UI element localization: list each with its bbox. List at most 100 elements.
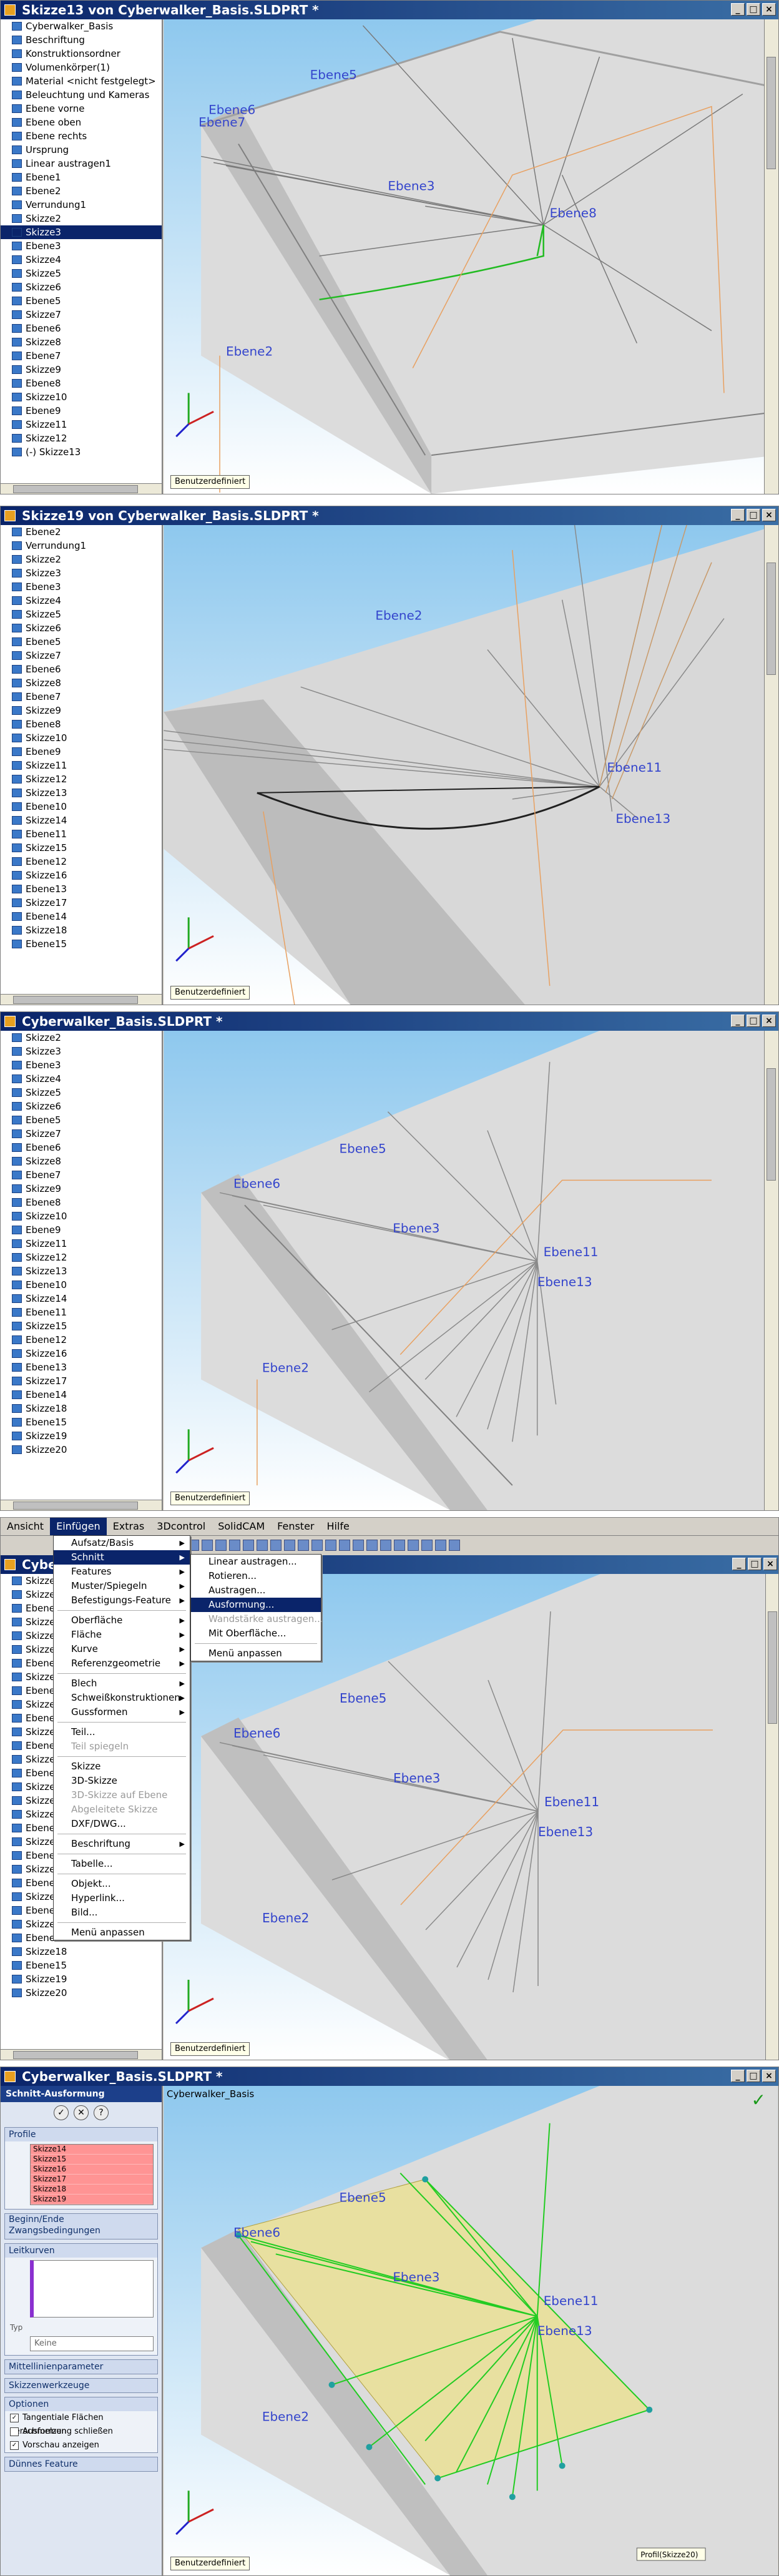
tree-item[interactable]: Ebene7: [1, 1168, 162, 1182]
menu-item[interactable]: Fläche ▶: [54, 1628, 190, 1642]
confirm-corner-icon[interactable]: ✓: [752, 2090, 766, 2110]
toolbar-icon[interactable]: [270, 1540, 282, 1551]
tree-item[interactable]: Skizze15: [1, 841, 162, 855]
tree-item[interactable]: Skizze6: [1, 621, 162, 635]
start-end-group-header[interactable]: Beginn/Ende Zwangsbedingungen: [5, 2214, 157, 2239]
profile-group-header[interactable]: Profile: [5, 2128, 157, 2141]
tree-item[interactable]: Skizze5: [1, 1086, 162, 1099]
graphics-area[interactable]: Ebene5 Ebene6 Ebene7 Ebene3 Ebene8 Ebene…: [163, 19, 778, 494]
tree-item[interactable]: Skizze2: [1, 1031, 162, 1045]
viewport-vertical-scrollbar[interactable]: [764, 1031, 778, 1510]
minimize-button[interactable]: _: [731, 2070, 745, 2082]
minimize-button[interactable]: _: [731, 1015, 745, 1027]
tree-item[interactable]: Ebene3: [1, 239, 162, 253]
graphics-area[interactable]: Ebene5 Ebene6 Ebene3 Ebene11 Ebene13 Ebe…: [163, 2086, 778, 2575]
tree-item[interactable]: Skizze11: [1, 1237, 162, 1251]
tree-item[interactable]: Ebene2: [1, 184, 162, 198]
ok-button[interactable]: ✓: [54, 2105, 69, 2120]
tree-item[interactable]: Ebene11: [1, 1305, 162, 1319]
window-5-title-bar[interactable]: Cyberwalker_Basis.SLDPRT * _ □ ×: [1, 2067, 778, 2086]
scroll-thumb[interactable]: [767, 563, 776, 675]
profile-list-item[interactable]: Skizze16: [31, 2165, 153, 2175]
scroll-thumb[interactable]: [767, 1068, 776, 1181]
tree-item[interactable]: Skizze2: [1, 212, 162, 225]
profile-list-item[interactable]: Skizze14: [31, 2145, 153, 2155]
tree-item[interactable]: Ebene10: [1, 800, 162, 814]
profile-list-item[interactable]: Skizze15: [31, 2155, 153, 2165]
tree-item[interactable]: Skizze4: [1, 594, 162, 607]
tree-item[interactable]: Skizze3: [1, 1045, 162, 1058]
view-orientation-label[interactable]: Benutzerdefiniert: [170, 2042, 250, 2056]
tree-item[interactable]: Ebene14: [1, 1388, 162, 1402]
feature-tree[interactable]: Cyberwalker_Basis Beschriftung Konstruktio…: [1, 19, 163, 494]
submenu-item[interactable]: Rotieren...: [191, 1569, 321, 1583]
tree-item[interactable]: Ebene8: [1, 376, 162, 390]
maximize-button[interactable]: □: [747, 1015, 760, 1027]
tree-item[interactable]: Material <nicht festgelegt>: [1, 74, 162, 88]
tree-horizontal-scrollbar[interactable]: [1, 994, 162, 1005]
checkbox[interactable]: [10, 2413, 19, 2422]
tree-item[interactable]: Skizze7: [1, 649, 162, 662]
tree-item[interactable]: Skizze3: [1, 225, 162, 239]
tree-item[interactable]: Skizze9: [1, 704, 162, 717]
close-button[interactable]: ×: [762, 3, 776, 16]
scroll-thumb[interactable]: [13, 1502, 138, 1510]
tree-item[interactable]: Skizze13: [1, 786, 162, 800]
scroll-thumb[interactable]: [13, 996, 138, 1004]
menu-bar-item[interactable]: Einfügen: [50, 1518, 107, 1535]
tree-item[interactable]: Skizze8: [1, 335, 162, 349]
toolbar-icon[interactable]: [380, 1540, 391, 1551]
toolbar-icon[interactable]: [366, 1540, 378, 1551]
tree-item[interactable]: Ebene8: [1, 717, 162, 731]
tree-item[interactable]: Ebene5: [1, 1113, 162, 1127]
profile-list-item[interactable]: Skizze17: [31, 2175, 153, 2185]
menu-item[interactable]: Referenzgeometrie ▶: [54, 1656, 190, 1671]
tree-item[interactable]: Skizze16: [1, 1347, 162, 1360]
tree-item[interactable]: Ebene6: [1, 1141, 162, 1154]
menu-item[interactable]: Skizze: [54, 1759, 190, 1774]
graphics-area[interactable]: Ebene5 Ebene6 Ebene3 Ebene11 Ebene13 Ebe…: [163, 1031, 778, 1510]
submenu-item[interactable]: Wandstärke austragen...: [191, 1612, 323, 1626]
toolbar-icon[interactable]: [298, 1540, 309, 1551]
tree-item[interactable]: Ebene13: [1, 882, 162, 896]
tree-item[interactable]: Skizze19: [1, 1972, 162, 1986]
toolbar-icon[interactable]: [449, 1540, 460, 1551]
tree-item[interactable]: Skizze10: [1, 390, 162, 404]
tree-item[interactable]: Skizze5: [1, 607, 162, 621]
toolbar-icon[interactable]: [353, 1540, 364, 1551]
options-group-header[interactable]: Optionen: [5, 2397, 157, 2411]
guide-curves-group-header[interactable]: Leitkurven: [5, 2244, 157, 2258]
menu-bar-item[interactable]: Ansicht: [1, 1518, 50, 1535]
tree-item[interactable]: Ursprung: [1, 143, 162, 157]
tree-item[interactable]: Ebene15: [1, 937, 162, 951]
toolbar-icon[interactable]: [284, 1540, 295, 1551]
tree-item[interactable]: Skizze4: [1, 1072, 162, 1086]
tree-item[interactable]: Skizze10: [1, 731, 162, 745]
tree-item[interactable]: Ebene3: [1, 1058, 162, 1072]
menu-item[interactable]: Schweißkonstruktionen ▶: [54, 1691, 190, 1705]
tree-item[interactable]: Skizze4: [1, 253, 162, 267]
tree-item[interactable]: Skizze3: [1, 566, 162, 580]
profile-list-item[interactable]: Skizze18: [31, 2185, 153, 2195]
tree-item[interactable]: Ebene7: [1, 690, 162, 704]
tree-item[interactable]: Skizze17: [1, 1374, 162, 1388]
tree-item[interactable]: Konstruktionsordner: [1, 47, 162, 61]
menu-item[interactable]: Kurve ▶: [54, 1642, 190, 1656]
tree-item[interactable]: Skizze17: [1, 896, 162, 910]
toolbar-icon[interactable]: [408, 1540, 419, 1551]
close-button[interactable]: ×: [762, 1015, 776, 1027]
tree-item[interactable]: Skizze10: [1, 1209, 162, 1223]
tree-item[interactable]: Ebene9: [1, 404, 162, 418]
tree-item[interactable]: Skizze7: [1, 1127, 162, 1141]
submenu-item[interactable]: Mit Oberfläche...: [191, 1626, 321, 1641]
profile-list-item[interactable]: Skizze19: [31, 2195, 153, 2205]
maximize-button[interactable]: □: [747, 509, 760, 521]
menu-item[interactable]: Teil spiegeln: [54, 1739, 190, 1754]
tree-item[interactable]: Verrundung1: [1, 539, 162, 553]
toolbar-icon[interactable]: [229, 1540, 240, 1551]
tree-item[interactable]: Linear austragen1: [1, 157, 162, 170]
window-2-title-bar[interactable]: Skizze19 von Cyberwalker_Basis.SLDPRT * …: [1, 506, 778, 525]
tree-item[interactable]: Beschriftung: [1, 33, 162, 47]
toolbar-icon[interactable]: [421, 1540, 433, 1551]
tree-flyout-root[interactable]: Cyberwalker_Basis: [167, 2088, 254, 2100]
